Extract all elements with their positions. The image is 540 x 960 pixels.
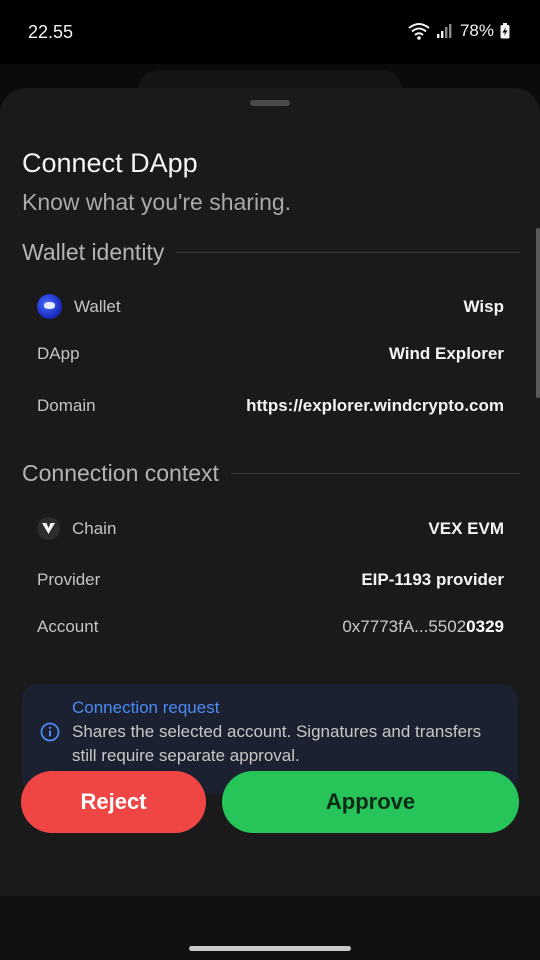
notice-title: Connection request xyxy=(72,698,220,717)
vex-chain-icon xyxy=(37,517,60,540)
info-icon xyxy=(40,722,60,742)
provider-value: EIP-1193 provider xyxy=(361,570,504,589)
wallet-label: Wallet xyxy=(74,296,121,316)
wisp-wallet-icon xyxy=(37,294,62,319)
signal-icon xyxy=(436,24,452,38)
provider-row: Provider EIP-1193 provider xyxy=(37,570,504,590)
connect-dapp-sheet: Connect DApp Know what you're sharing. W… xyxy=(0,88,540,896)
domain-row: Domain https://explorer.windcrypto.com xyxy=(37,396,504,416)
reject-button-label: Reject xyxy=(80,789,147,814)
divider xyxy=(176,252,520,253)
domain-value: https://explorer.windcrypto.com xyxy=(246,396,504,415)
battery-percentage: 78% xyxy=(459,21,494,40)
account-row: Account 0x7773fA...55020329 xyxy=(37,617,504,637)
section-title: Wallet identity xyxy=(22,239,165,265)
wallet-row: Wallet Wisp xyxy=(37,294,504,319)
sheet-drag-handle[interactable] xyxy=(250,100,290,106)
wallet-identity-heading: Wallet identity xyxy=(22,239,520,266)
notice-body: Shares the selected account. Signatures … xyxy=(72,722,482,765)
approve-button[interactable]: Approve xyxy=(222,771,519,833)
section-title: Connection context xyxy=(22,460,219,486)
status-icons: 78% xyxy=(408,21,510,41)
system-navigation-bar xyxy=(0,896,540,960)
connection-context-heading: Connection context xyxy=(22,460,520,487)
provider-label: Provider xyxy=(37,570,101,589)
reject-button[interactable]: Reject xyxy=(21,771,206,833)
battery-charging-icon xyxy=(500,23,510,39)
sheet-title: Connect DApp xyxy=(22,148,198,178)
status-bar: 22.55 78% xyxy=(0,0,540,64)
account-value: 0x7773fA...55020329 xyxy=(342,617,504,637)
account-address-suffix: 0329 xyxy=(466,617,504,636)
chain-label: Chain xyxy=(72,518,117,538)
approve-button-label: Approve xyxy=(325,789,416,814)
account-address-prefix: 0x7773fA...5502 xyxy=(342,617,467,636)
dapp-row: DApp Wind Explorer xyxy=(37,344,504,364)
status-time: 22.55 xyxy=(28,22,74,42)
sheet-subtitle: Know what you're sharing. xyxy=(22,189,292,215)
domain-label: Domain xyxy=(37,396,96,415)
divider xyxy=(230,473,520,474)
scroll-indicator[interactable] xyxy=(536,228,540,398)
account-label: Account xyxy=(37,617,99,636)
dapp-label: DApp xyxy=(37,344,80,363)
chain-row: Chain VEX EVM xyxy=(37,517,504,540)
wifi-icon xyxy=(408,23,430,40)
dapp-value: Wind Explorer xyxy=(388,344,504,363)
wallet-value: Wisp xyxy=(463,296,504,316)
home-gesture-pill[interactable] xyxy=(189,946,351,951)
chain-value: VEX EVM xyxy=(428,518,504,538)
